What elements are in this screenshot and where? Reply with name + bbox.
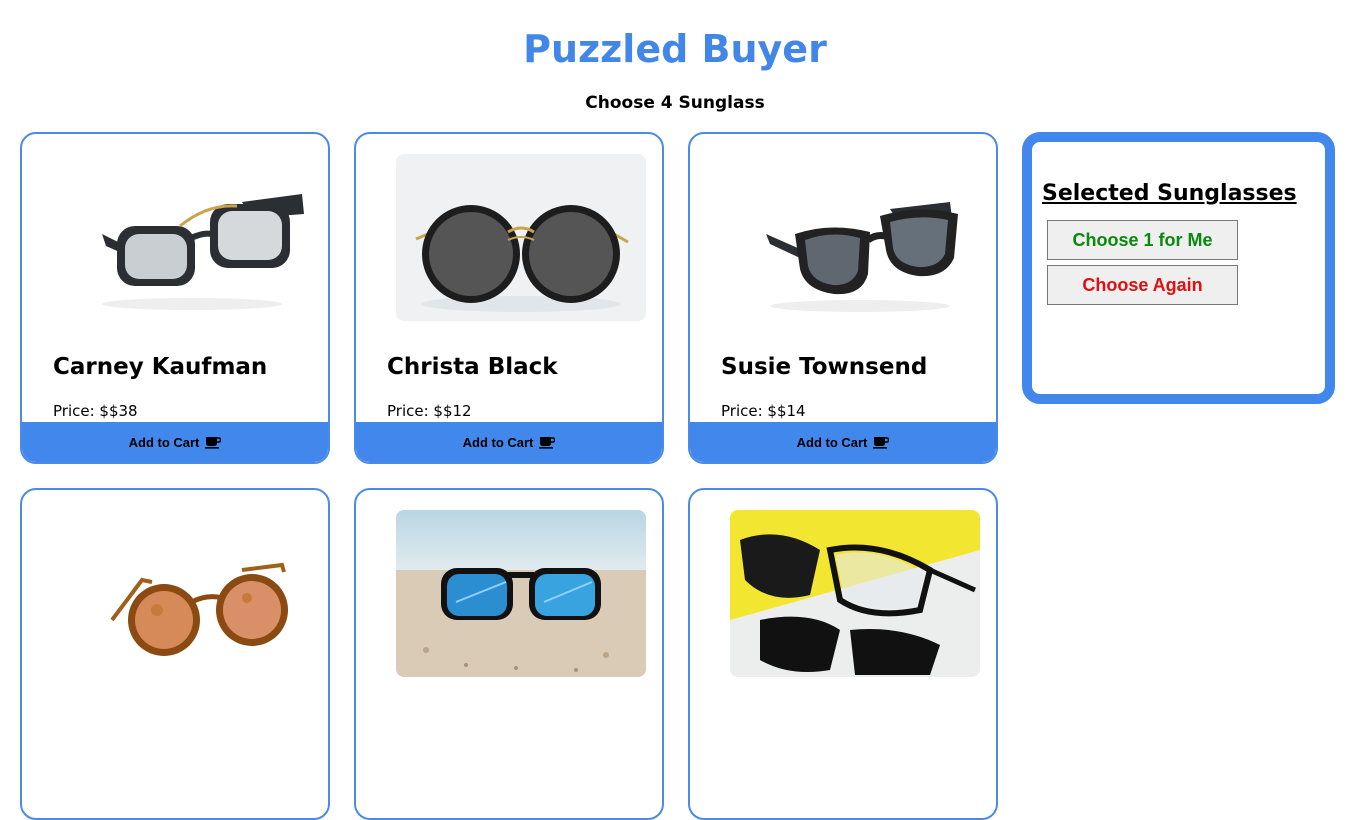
product-card [688,488,998,820]
product-image [396,154,646,321]
product-price: Price: $$12 [387,402,472,420]
coffee-cup-icon [873,437,890,449]
product-image [396,510,646,677]
choose-again-button[interactable]: Choose Again [1047,265,1238,305]
product-card [20,488,330,820]
add-to-cart-label: Add to Cart [796,434,868,450]
product-name: Carney Kaufman [53,354,268,380]
selected-panel-title: Selected Sunglasses [1042,181,1297,206]
product-card: Christa Black Price: $$12 Add to Cart [354,132,664,464]
product-image [730,510,980,677]
add-to-cart-button[interactable]: Add to Cart [690,422,996,462]
product-image [730,154,980,321]
product-price: Price: $$14 [721,402,806,420]
product-image [62,510,312,677]
product-card [354,488,664,820]
product-price: Price: $$38 [53,402,138,420]
product-card: Susie Townsend Price: $$14 Add to Cart [688,132,998,464]
product-name: Susie Townsend [721,354,928,380]
add-to-cart-label: Add to Cart [128,434,200,450]
product-name: Christa Black [387,354,558,380]
product-card: Carney Kaufman Price: $$38 Add to Cart [20,132,330,464]
add-to-cart-label: Add to Cart [462,434,534,450]
coffee-cup-icon [539,437,556,449]
add-to-cart-button[interactable]: Add to Cart [356,422,662,462]
product-image [62,154,312,321]
coffee-cup-icon [205,437,222,449]
page-title: Puzzled Buyer [523,27,827,71]
choose-one-for-me-button[interactable]: Choose 1 for Me [1047,220,1238,260]
selected-sunglasses-panel: Selected Sunglasses Choose 1 for Me Choo… [1022,132,1335,404]
add-to-cart-button[interactable]: Add to Cart [22,422,328,462]
page-subtitle: Choose 4 Sunglass [585,93,765,113]
